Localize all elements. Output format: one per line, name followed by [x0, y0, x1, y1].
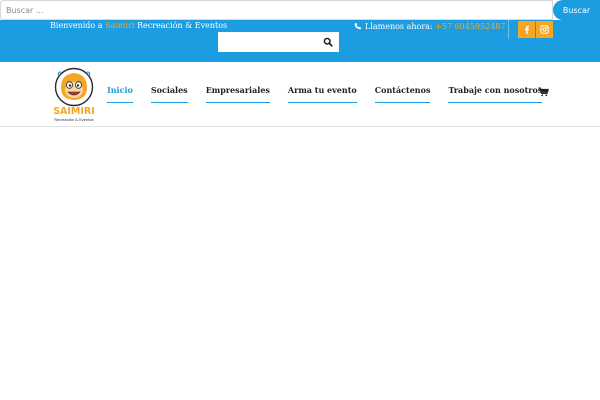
page-content-area [0, 128, 600, 400]
logo-tagline: Recreación & Eventos [54, 118, 93, 122]
main-nav: Inicio Sociales Empresariales Arma tu ev… [107, 83, 560, 103]
topbar-divider [508, 20, 509, 39]
nav-item-inicio[interactable]: Inicio [107, 83, 133, 103]
cart-icon[interactable] [538, 87, 549, 97]
welcome-brand: Saimiri [105, 21, 135, 30]
welcome-suffix: Recreación & Eventos [134, 21, 228, 30]
phone-contact: Llamenos ahora: +57 6045952487 [354, 22, 505, 32]
nav-item-empresariales[interactable]: Empresariales [205, 83, 270, 103]
phone-number[interactable]: +57 6045952487 [435, 22, 505, 31]
nav-item-sociales[interactable]: Sociales [150, 83, 188, 103]
top-info-bar: Bienvenido a Saimiri Recreación & Evento… [0, 20, 600, 62]
facebook-glyph-icon [524, 25, 529, 34]
instagram-icon[interactable] [536, 21, 553, 38]
search-button[interactable]: Buscar [553, 0, 600, 20]
nav-item-arma-tu-evento[interactable]: Arma tu evento [287, 83, 357, 103]
saimiri-logo[interactable]: SAIMIRI Recreación & Eventos [53, 66, 95, 124]
header-search-input[interactable] [218, 32, 339, 52]
welcome-text: Bienvenido a Saimiri Recreación & Evento… [50, 21, 227, 31]
phone-label: Llamenos ahora: [365, 22, 436, 31]
facebook-icon[interactable] [518, 21, 535, 38]
nav-item-trabaje-con-nosotros[interactable]: Trabaje con nosotros [448, 83, 543, 103]
search-icon[interactable] [323, 37, 333, 47]
welcome-prefix: Bienvenido a [50, 21, 106, 30]
phone-icon [354, 22, 362, 30]
nav-item-contactenos[interactable]: Contáctenos [374, 83, 431, 103]
search-input[interactable] [0, 0, 553, 20]
top-search-bar: Buscar [0, 0, 600, 20]
instagram-glyph-icon [540, 25, 549, 34]
logo-name: SAIMIRI [53, 106, 95, 117]
main-header: SAIMIRI Recreación & Eventos Inicio Soci… [0, 62, 600, 127]
